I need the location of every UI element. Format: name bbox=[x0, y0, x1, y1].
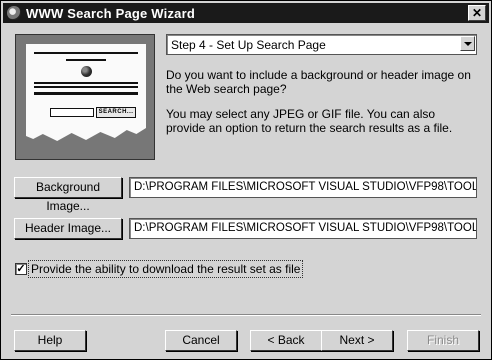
header-image-button-label: Header Image... bbox=[24, 221, 112, 235]
step-hint: You may select any JPEG or GIF file. You… bbox=[166, 107, 453, 135]
step-question: Do you want to include a background or h… bbox=[166, 68, 471, 96]
title-bar[interactable]: WWW Search Page Wizard ✕ bbox=[3, 3, 489, 23]
header-image-button[interactable]: Header Image... bbox=[14, 218, 122, 239]
preview-top-rule bbox=[34, 52, 138, 54]
background-image-button[interactable]: Background Image... bbox=[14, 177, 122, 213]
preview-search-input bbox=[50, 108, 94, 117]
preview-search-button: SEARCH... bbox=[96, 107, 136, 118]
help-button[interactable]: Help bbox=[14, 330, 86, 351]
search-page-preview: SEARCH... bbox=[15, 34, 155, 160]
preview-short-line bbox=[66, 59, 106, 61]
cancel-button[interactable]: Cancel bbox=[165, 330, 237, 351]
wizard-window: WWW Search Page Wizard ✕ SEARCH... Step … bbox=[0, 0, 492, 360]
close-button[interactable]: ✕ bbox=[468, 5, 486, 21]
footer-divider bbox=[11, 314, 481, 316]
globe-icon bbox=[7, 6, 21, 20]
step-select-value: Step 4 - Set Up Search Page bbox=[171, 38, 326, 52]
preview-rule bbox=[34, 82, 138, 84]
next-button[interactable]: Next > bbox=[321, 330, 393, 351]
header-image-path-field[interactable]: D:\PROGRAM FILES\MICROSOFT VISUAL STUDIO… bbox=[129, 218, 477, 239]
preview-page-sheet: SEARCH... bbox=[26, 44, 146, 141]
background-image-path-field[interactable]: D:\PROGRAM FILES\MICROSOFT VISUAL STUDIO… bbox=[129, 177, 477, 198]
chevron-down-icon[interactable] bbox=[460, 36, 475, 51]
download-checkbox[interactable]: ✓ bbox=[15, 263, 27, 275]
step-select[interactable]: Step 4 - Set Up Search Page bbox=[166, 34, 477, 55]
preview-rule bbox=[34, 92, 138, 95]
window-title: WWW Search Page Wizard bbox=[26, 5, 195, 21]
finish-button[interactable]: Finish bbox=[407, 330, 479, 351]
back-button[interactable]: < Back bbox=[250, 330, 322, 351]
background-image-button-label: Background Image... bbox=[35, 180, 101, 213]
download-checkbox-label[interactable]: Provide the ability to download the resu… bbox=[27, 260, 304, 278]
preview-globe-icon bbox=[81, 66, 92, 77]
preview-rule bbox=[34, 86, 138, 88]
